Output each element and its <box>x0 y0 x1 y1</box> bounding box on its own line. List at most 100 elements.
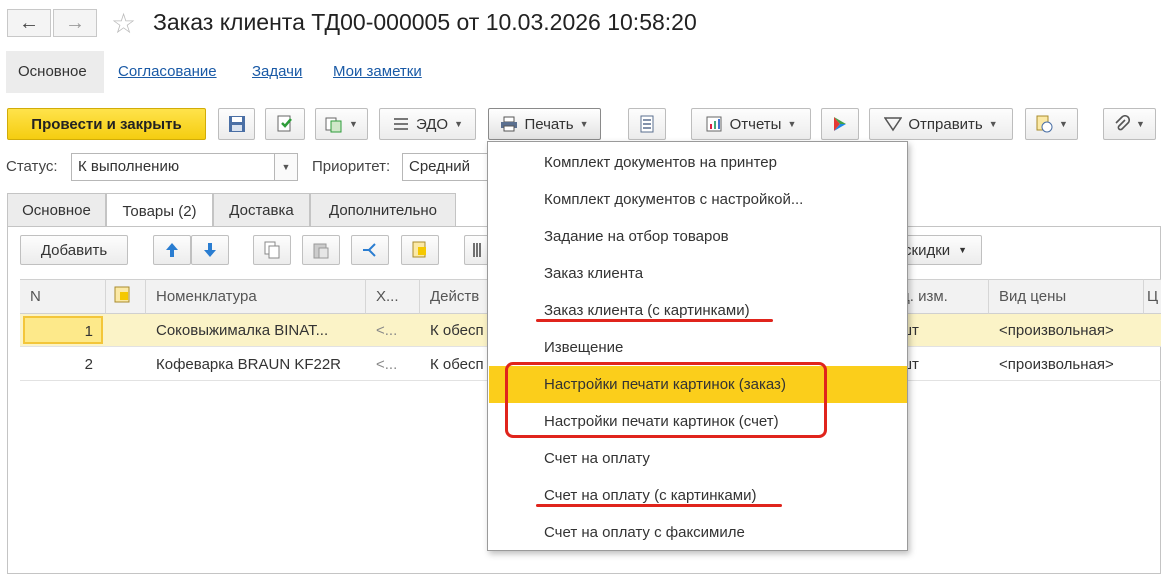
post-button[interactable] <box>265 108 305 140</box>
document-clock-icon <box>1036 115 1053 133</box>
menu-item-docs-to-printer[interactable]: Комплект документов на принтер <box>489 144 907 181</box>
save-icon <box>228 116 245 132</box>
pick-goods-button[interactable] <box>401 235 439 265</box>
create-based-on-button[interactable]: ▼ <box>315 108 368 140</box>
nav-tab-main[interactable]: Основное <box>18 63 87 80</box>
add-row-button[interactable]: Добавить <box>20 235 128 265</box>
item-cell[interactable]: Кофеварка BRAUN KF22R <box>146 348 366 381</box>
status-field[interactable]: К выполнению <box>71 153 276 181</box>
annotation-underline <box>536 319 773 322</box>
nav-tab-approval[interactable]: Согласование <box>118 63 217 80</box>
row-number-cell[interactable]: 1 <box>23 316 103 344</box>
tab-additional[interactable]: Дополнительно <box>310 193 456 227</box>
print-label: Печать <box>524 115 574 133</box>
tab-delivery[interactable]: Доставка <box>213 193 310 227</box>
star-icon[interactable]: ☆ <box>111 7 136 40</box>
forward-button[interactable]: → <box>53 9 97 37</box>
document-structure-icon <box>640 115 654 133</box>
picture-column-icon <box>114 286 130 303</box>
share-button[interactable] <box>821 108 859 140</box>
print-button[interactable]: Печать ▼ <box>488 108 601 140</box>
move-down-button[interactable] <box>191 235 229 265</box>
discounts-button[interactable]: скидки ▼ <box>895 235 982 265</box>
nav-tab-tasks[interactable]: Задачи <box>252 63 302 80</box>
chevron-down-icon: ▼ <box>349 119 358 129</box>
tab-goods[interactable]: Товары (2) <box>106 193 213 228</box>
tab-main[interactable]: Основное <box>7 193 106 227</box>
send-button[interactable]: Отправить ▼ <box>869 108 1013 140</box>
split-icon <box>363 243 376 257</box>
chevron-down-icon: ▼ <box>579 119 589 129</box>
chevron-down-icon: ▼ <box>454 119 464 129</box>
annotation-box <box>505 362 827 438</box>
printer-icon <box>501 116 518 132</box>
status-label: Статус: <box>6 158 58 175</box>
column-header-price[interactable]: Ц <box>1144 279 1161 314</box>
chevron-down-icon: ▼ <box>1059 119 1068 129</box>
back-button[interactable]: ← <box>7 9 51 37</box>
priority-label: Приоритет: <box>312 158 391 175</box>
move-up-button[interactable] <box>153 235 191 265</box>
menu-item-notice[interactable]: Извещение <box>489 329 907 366</box>
menu-item-invoice-facsimile[interactable]: Счет на оплату с факсимиле <box>489 514 907 551</box>
structure-button[interactable] <box>628 108 666 140</box>
arrow-down-icon <box>204 243 216 257</box>
menu-item-picking-task[interactable]: Задание на отбор товаров <box>489 218 907 255</box>
arrow-left-icon: ← <box>19 11 39 34</box>
create-based-icon <box>325 117 342 133</box>
action-cell[interactable]: К обесп <box>420 314 490 347</box>
reports-icon <box>706 116 722 132</box>
menu-item-docs-with-settings[interactable]: Комплект документов с настройкой... <box>489 181 907 218</box>
x-cell[interactable]: <... <box>366 348 420 381</box>
chevron-down-icon: ▼ <box>281 162 291 172</box>
price-type-cell[interactable]: <произвольная> <box>989 314 1144 347</box>
save-button[interactable] <box>218 108 255 140</box>
post-and-close-button[interactable]: Провести и закрыть <box>7 108 206 140</box>
column-header-n[interactable]: N <box>20 279 106 314</box>
menu-item-invoice-pictures[interactable]: Счет на оплату (с картинками) <box>489 477 907 514</box>
copy-row-button[interactable] <box>253 235 291 265</box>
play-share-icon <box>834 117 846 131</box>
menu-item-customer-order[interactable]: Заказ клиента <box>489 255 907 292</box>
edo-label: ЭДО <box>415 115 449 133</box>
chevron-down-icon: ▼ <box>1136 119 1145 129</box>
arrow-right-icon: → <box>65 11 85 34</box>
barcode-icon <box>472 243 481 257</box>
action-cell[interactable]: К обесп <box>420 348 490 381</box>
document-yellow-icon <box>412 241 426 258</box>
print-menu: Комплект документов на принтер Комплект … <box>487 141 908 551</box>
copy-icon <box>264 241 280 259</box>
edo-icon <box>393 118 408 130</box>
reports-label: Отчеты <box>729 115 782 133</box>
column-header-price-type[interactable]: Вид цены <box>989 279 1144 314</box>
post-document-icon <box>277 115 292 132</box>
attachments-button[interactable]: ▼ <box>1103 108 1156 140</box>
x-cell[interactable]: <... <box>366 314 420 347</box>
column-header-x[interactable]: Х... <box>366 279 420 314</box>
paste-icon <box>313 243 329 259</box>
split-row-button[interactable] <box>351 235 389 265</box>
price-type-cell[interactable]: <произвольная> <box>989 348 1144 381</box>
annotation-underline <box>536 504 782 507</box>
unit-cell[interactable]: шт <box>900 314 999 347</box>
menu-item-customer-order-pictures[interactable]: Заказ клиента (с картинками) <box>489 292 907 329</box>
priority-field[interactable]: Средний <box>402 153 492 181</box>
edo-button[interactable]: ЭДО ▼ <box>379 108 476 140</box>
row-number-cell[interactable]: 2 <box>23 350 103 383</box>
more-actions-button[interactable]: ▼ <box>1025 108 1078 140</box>
arrow-up-icon <box>166 243 178 257</box>
page-title: Заказ клиента ТД00-000005 от 10.03.2026 … <box>153 9 697 35</box>
send-label: Отправить <box>908 115 983 133</box>
unit-cell[interactable]: шт <box>900 348 999 381</box>
column-header-picture[interactable] <box>106 279 146 314</box>
nav-tab-notes[interactable]: Мои заметки <box>333 63 422 80</box>
status-dropdown-button[interactable]: ▼ <box>274 153 298 181</box>
column-header-item[interactable]: Номенклатура <box>146 279 366 314</box>
item-cell[interactable]: Соковыжималка BINAT... <box>146 314 366 347</box>
chevron-down-icon: ▼ <box>787 119 797 129</box>
discounts-label: скидки <box>904 241 951 259</box>
menu-item-invoice[interactable]: Счет на оплату <box>489 440 907 477</box>
paste-button[interactable] <box>302 235 340 265</box>
reports-button[interactable]: Отчеты ▼ <box>691 108 811 140</box>
send-icon <box>884 117 903 132</box>
